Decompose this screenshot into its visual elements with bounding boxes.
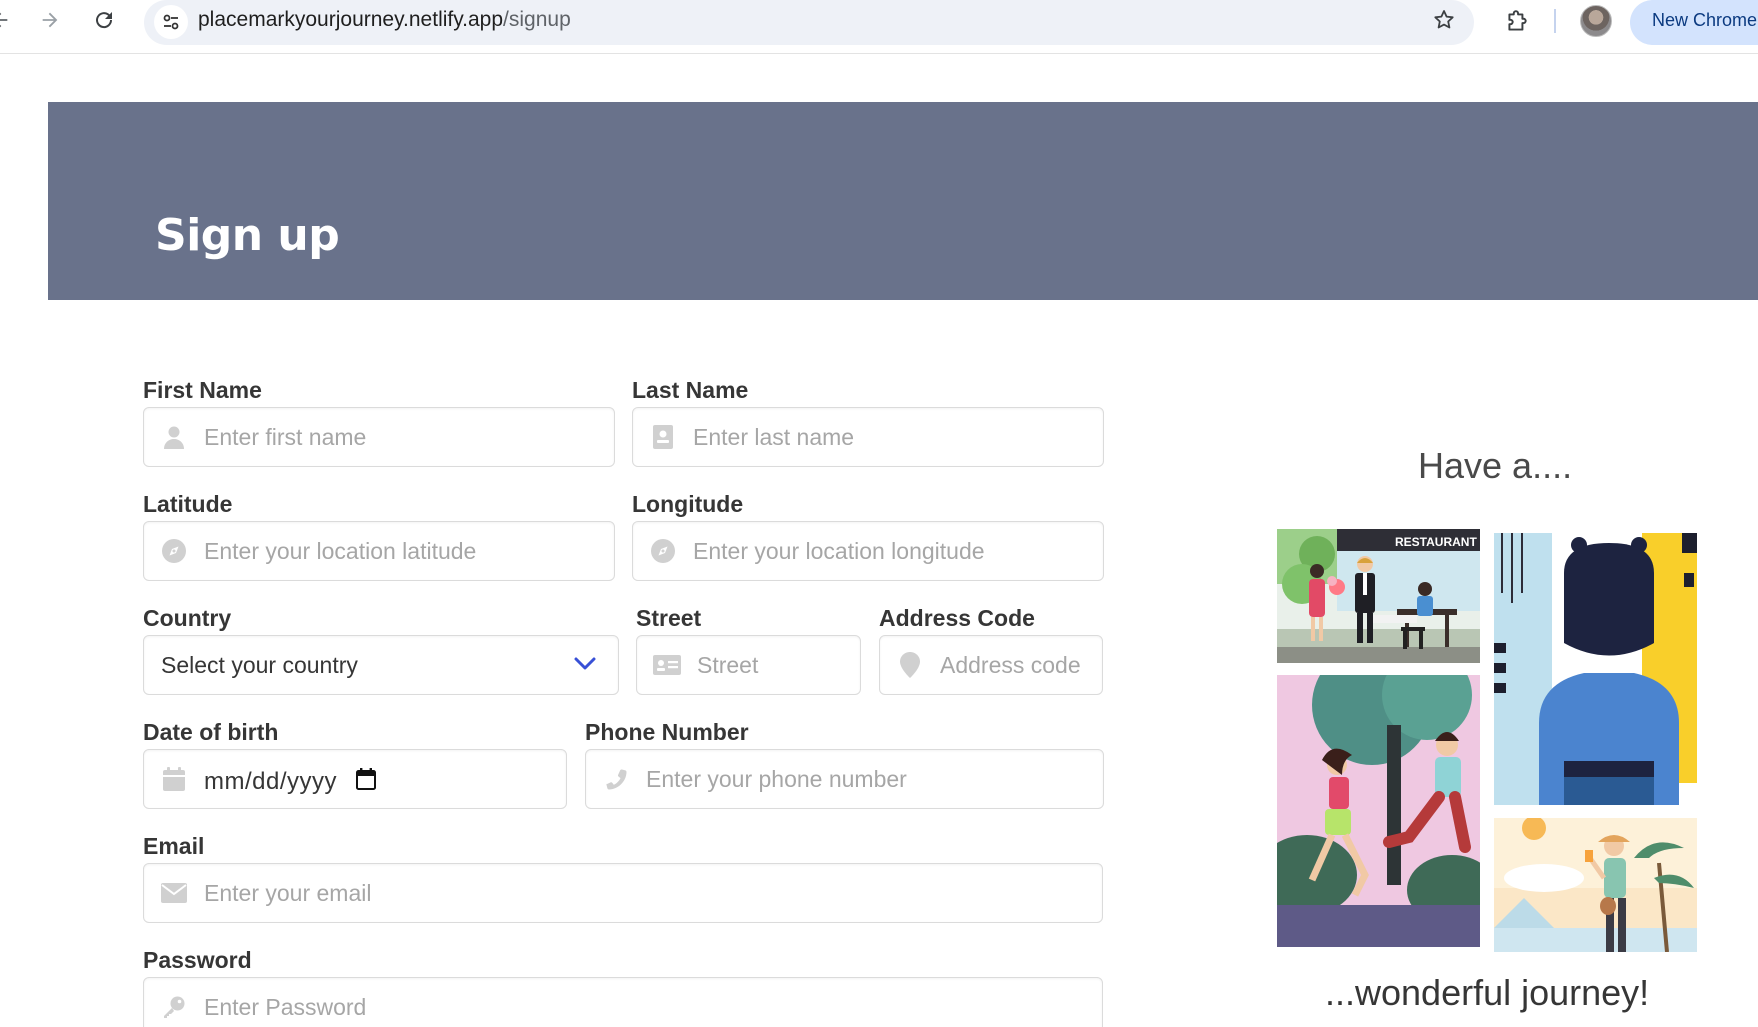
restaurant-illustration: RESTAURANT [1277, 529, 1480, 663]
country-selected-value: Select your country [161, 652, 358, 678]
id-card-icon [653, 636, 681, 694]
user-icon [160, 408, 188, 466]
url-text[interactable]: placemarkyourjourney.netlify.app/signup [198, 0, 571, 40]
phone-number-input[interactable] [646, 750, 1091, 808]
chevron-down-icon [574, 656, 596, 677]
site-settings-icon[interactable] [154, 5, 188, 39]
calendar-icon [160, 750, 188, 808]
latitude-field [143, 521, 615, 581]
envelope-icon [160, 864, 188, 922]
last-name-input[interactable] [693, 408, 1091, 466]
street-field [636, 635, 861, 695]
last-name-field [632, 407, 1104, 467]
toolbar-divider [1554, 9, 1556, 33]
address-bar[interactable]: placemarkyourjourney.netlify.app/signup [144, 0, 1474, 45]
date-of-birth-label: Date of birth [143, 719, 279, 745]
email-label: Email [143, 833, 205, 859]
address-code-field [879, 635, 1103, 695]
url-host: placemarkyourjourney.netlify.app [198, 8, 504, 31]
email-input[interactable] [204, 864, 1090, 922]
compass-icon [649, 522, 677, 580]
bookmark-star-icon[interactable] [1432, 0, 1456, 40]
date-of-birth-field[interactable]: mm/dd/yyyy [143, 749, 567, 809]
beach-illustration [1494, 818, 1697, 952]
password-field [143, 977, 1103, 1027]
map-pin-icon [896, 636, 924, 694]
country-label: Country [143, 605, 232, 631]
first-name-label: First Name [143, 377, 262, 403]
compass-icon [160, 522, 188, 580]
date-of-birth-input[interactable]: mm/dd/yyyy [204, 750, 337, 814]
phone-number-field [585, 749, 1104, 809]
date-picker-icon[interactable] [356, 768, 376, 790]
longitude-label: Longitude [632, 491, 744, 517]
country-select[interactable]: Select your country [143, 635, 619, 695]
first-name-field [143, 407, 615, 467]
url-path: /signup [503, 8, 571, 31]
longitude-field [632, 521, 1104, 581]
extensions-puzzle-icon[interactable] [1500, 5, 1534, 39]
runners-illustration [1277, 675, 1480, 947]
first-name-input[interactable] [204, 408, 602, 466]
key-icon [160, 978, 188, 1027]
latitude-input[interactable] [204, 522, 602, 580]
profile-avatar[interactable] [1580, 5, 1612, 37]
street-input[interactable] [697, 636, 848, 694]
last-name-label: Last Name [632, 377, 749, 403]
back-icon[interactable] [0, 0, 20, 40]
email-field [143, 863, 1103, 923]
forward-icon[interactable] [30, 0, 70, 40]
id-badge-icon [649, 408, 677, 466]
page-title: Sign up [155, 210, 340, 261]
traveler-illustration [1494, 533, 1697, 805]
hero-banner: Sign up [48, 102, 1758, 300]
phone-icon [602, 750, 630, 808]
reload-icon[interactable] [84, 0, 124, 40]
longitude-input[interactable] [693, 522, 1091, 580]
browser-toolbar: placemarkyourjourney.netlify.app/signup … [0, 0, 1758, 54]
address-code-label: Address Code [879, 605, 1035, 631]
street-label: Street [636, 605, 702, 631]
phone-number-label: Phone Number [585, 719, 749, 745]
new-chrome-button[interactable]: New Chrome [1630, 0, 1758, 45]
password-label: Password [143, 947, 252, 973]
illustration-bottom-caption: ...wonderful journey! [1325, 972, 1650, 1013]
restaurant-sign: RESTAURANT [1395, 535, 1477, 549]
password-input[interactable] [204, 978, 1090, 1027]
latitude-label: Latitude [143, 491, 233, 517]
illustration-top-caption: Have a.... [1418, 445, 1573, 486]
address-code-input[interactable] [940, 636, 1090, 694]
